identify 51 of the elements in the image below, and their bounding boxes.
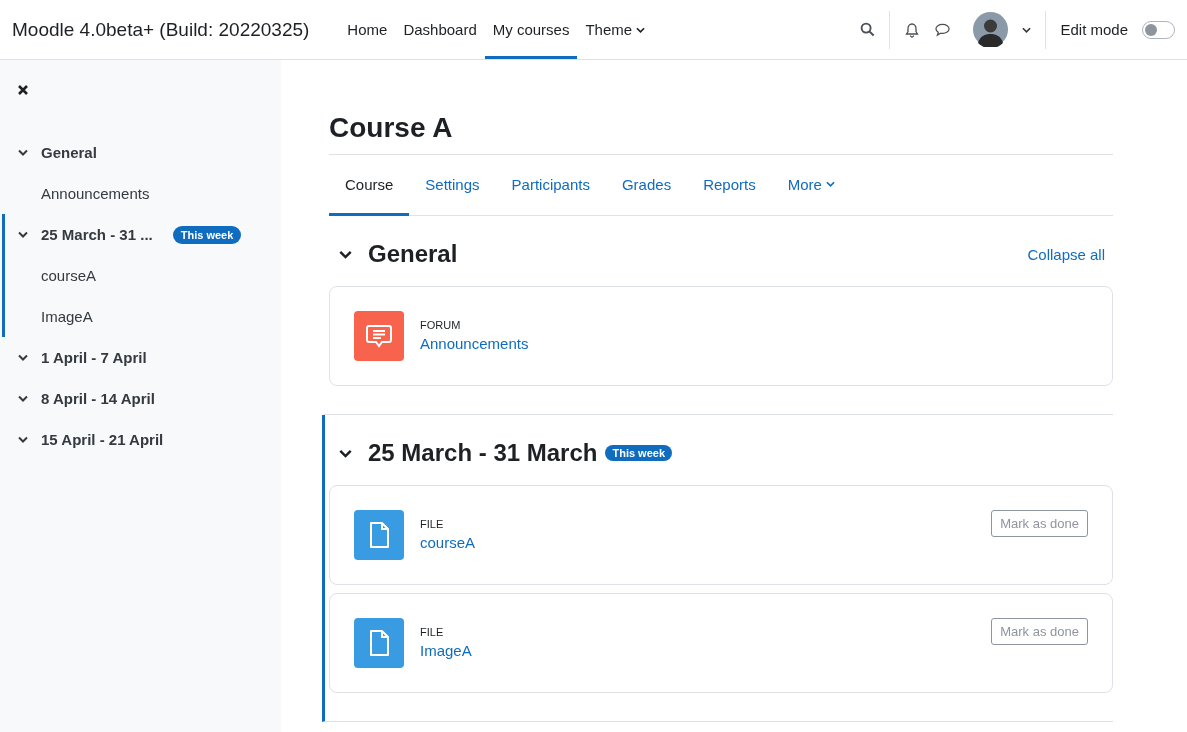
site-name[interactable]: Moodle 4.0beta+ (Build: 20220325) — [12, 18, 310, 41]
caret-icon[interactable] — [1022, 26, 1032, 33]
activity-type: FILE — [420, 626, 445, 638]
section-link[interactable]: 15 April - 21 April — [41, 431, 164, 448]
chevron-icon[interactable] — [339, 448, 352, 458]
section-link[interactable]: General — [41, 144, 97, 161]
nav-link[interactable]: Dashboard — [395, 3, 485, 59]
chat-bubble-icon[interactable] — [934, 22, 952, 37]
search-icon[interactable] — [860, 22, 876, 37]
caret-icon — [636, 26, 646, 33]
activity-type: FILE — [420, 518, 445, 530]
edit-mode-toggle[interactable] — [1142, 20, 1175, 39]
forum-icon — [354, 311, 404, 361]
caret-icon — [825, 181, 835, 187]
user-avatar[interactable] — [973, 12, 1009, 47]
chevron-icon[interactable] — [18, 231, 28, 238]
section-link[interactable]: 25 March - 31 ... — [41, 226, 153, 243]
nav-link[interactable]: Theme — [577, 3, 654, 59]
chevron-icon[interactable] — [339, 249, 352, 259]
section-title: 25 March - 31 March — [368, 439, 598, 467]
chevron-icon[interactable] — [18, 354, 28, 361]
document-icon — [354, 618, 404, 668]
this-week-badge: This week — [172, 225, 242, 244]
activity-type: FORUM — [420, 319, 462, 331]
chevron-icon[interactable] — [18, 149, 28, 156]
section-link[interactable]: 1 April - 7 April — [41, 349, 147, 366]
course-tab[interactable]: Course — [329, 155, 410, 216]
this-week-badge: This week — [605, 445, 672, 461]
course-tab[interactable]: Reports — [687, 155, 772, 216]
bell-icon[interactable] — [904, 21, 921, 38]
course-title: Course A — [329, 112, 1113, 155]
activity-link[interactable]: ImageA — [420, 642, 472, 659]
close-icon[interactable] — [17, 84, 29, 96]
activity-link[interactable]: courseA — [420, 534, 476, 551]
course-tab[interactable]: Settings — [409, 155, 496, 216]
activity-link[interactable]: courseA — [7, 255, 281, 296]
document-icon — [354, 510, 404, 560]
course-tab[interactable]: Participants — [495, 155, 606, 216]
course-tab[interactable]: Grades — [605, 155, 688, 216]
collapse-all-link[interactable]: Collapse all — [1027, 245, 1105, 263]
chevron-icon[interactable] — [18, 436, 28, 443]
activity-link[interactable]: ImageA — [7, 296, 281, 337]
activity-link[interactable]: Announcements — [420, 335, 529, 352]
nav-link[interactable]: My courses — [484, 3, 578, 59]
activity-link[interactable]: Announcements — [7, 173, 281, 214]
edit-mode-label: Edit mode — [1060, 21, 1128, 38]
course-tab[interactable]: More — [771, 155, 851, 216]
section-link[interactable]: 8 April - 14 April — [41, 390, 155, 407]
nav-link[interactable]: Home — [339, 3, 396, 59]
section-title: General — [368, 240, 458, 268]
chevron-icon[interactable] — [18, 395, 28, 402]
